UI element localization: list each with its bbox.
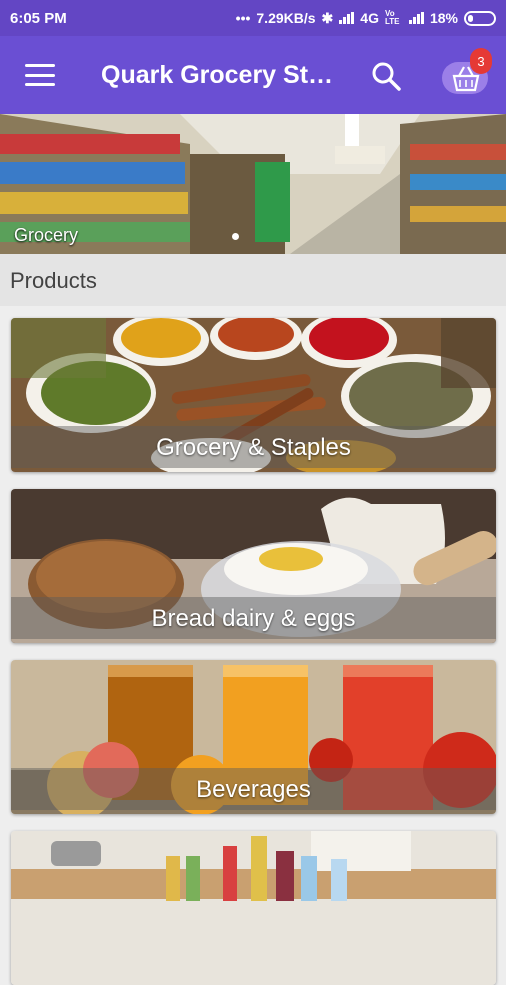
banner-carousel[interactable]: Grocery xyxy=(0,114,506,254)
battery-icon xyxy=(464,10,496,26)
notification-dots-icon: ••• xyxy=(235,10,251,26)
carousel-dot-active[interactable] xyxy=(232,233,239,240)
network-speed: 7.29KB/s xyxy=(256,10,316,26)
bluetooth-icon: ✱ xyxy=(321,9,334,26)
category-card-4[interactable] xyxy=(11,831,496,985)
category-card-beverages[interactable]: Beverages xyxy=(11,660,496,814)
category-label: Grocery & Staples xyxy=(156,434,351,461)
cart-count-badge: 3 xyxy=(470,48,492,74)
status-indicators: ••• 7.29KB/s ✱ 4G Vo LTE 18% xyxy=(236,10,496,27)
status-bar: 6:05 PM ••• 7.29KB/s ✱ 4G Vo LTE 18% xyxy=(0,0,506,36)
status-time: 6:05 PM xyxy=(10,9,67,27)
volte-label: Vo LTE xyxy=(384,9,400,26)
cart-button[interactable]: 3 xyxy=(440,48,492,98)
search-icon[interactable] xyxy=(370,60,402,92)
signal-2-icon xyxy=(408,12,424,24)
products-heading: Products xyxy=(10,268,97,293)
banner-caption: Grocery xyxy=(14,225,79,245)
category-card-bread-dairy-eggs[interactable]: Bread dairy & eggs xyxy=(11,489,496,643)
app-bar: Quark Grocery Store 3 xyxy=(0,36,506,114)
products-section-header: Products xyxy=(0,254,506,306)
category-label: Bread dairy & eggs xyxy=(151,605,356,632)
category-label: Beverages xyxy=(196,776,311,803)
kitchen-image xyxy=(11,831,496,985)
hamburger-menu-icon[interactable] xyxy=(25,64,55,86)
battery-percent: 18% xyxy=(429,10,458,26)
network-4g-label: 4G xyxy=(360,10,379,26)
signal-icon xyxy=(339,12,355,24)
category-card-grocery-staples[interactable]: Grocery & Staples xyxy=(11,318,496,472)
app-title: Quark Grocery Store xyxy=(101,60,341,89)
